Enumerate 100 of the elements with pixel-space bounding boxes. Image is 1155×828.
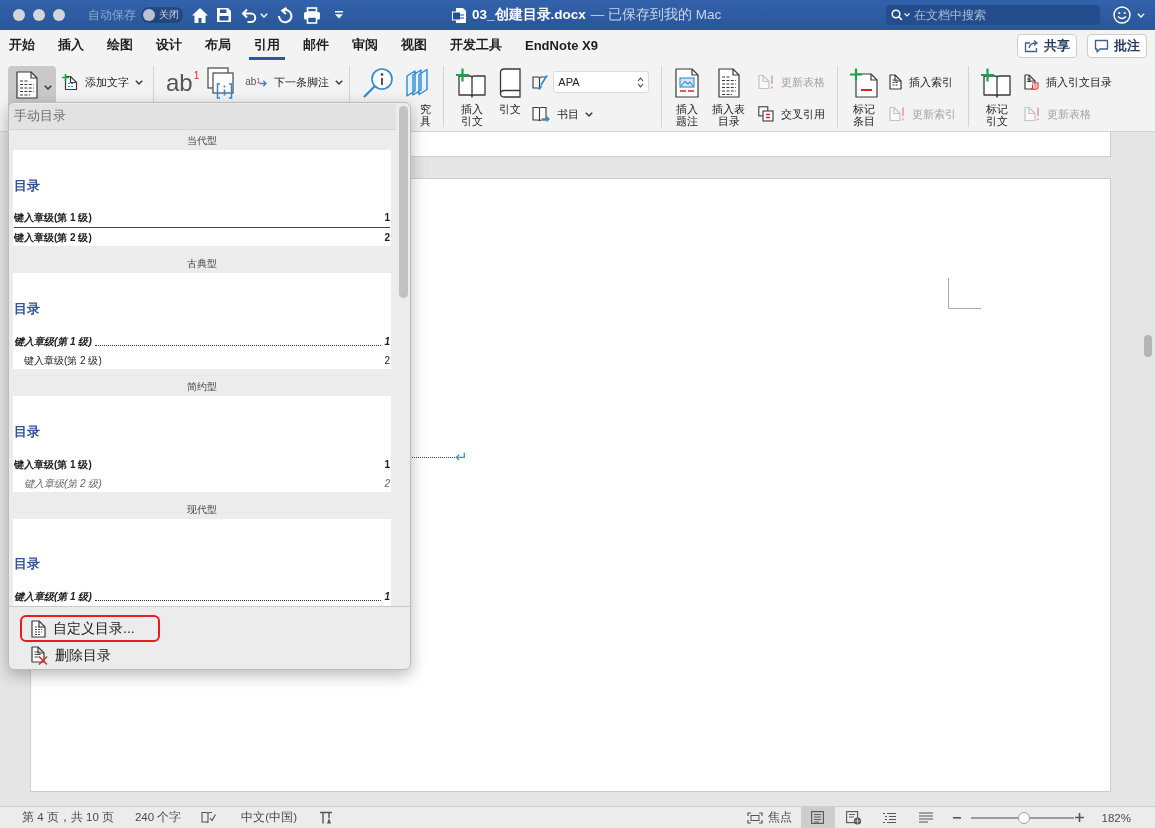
toc-entry-text: 键入章级(第 1 级) <box>14 335 92 349</box>
ribbon-tab[interactable]: 绘图 <box>102 33 138 60</box>
ribbon-button[interactable]: 添加文字 <box>62 70 143 94</box>
proofing-button[interactable] <box>201 811 217 824</box>
document-plus-minus-icon <box>849 67 878 98</box>
menu-item[interactable]: 自定义目录... <box>20 615 160 642</box>
document-lines-icon <box>888 74 902 90</box>
focus-button[interactable]: 焦点 <box>746 810 792 825</box>
proofing-book-icon <box>201 811 217 824</box>
ribbon-button[interactable]: 插入表目录 <box>710 66 747 127</box>
undo-button[interactable] <box>241 7 268 23</box>
redo-button[interactable] <box>277 6 293 24</box>
minus-icon <box>952 816 961 819</box>
open-book-plus-icon <box>456 67 489 98</box>
ribbon-button[interactable] <box>362 66 395 99</box>
search-field[interactable]: 在文档中搜索 <box>886 5 1100 25</box>
ribbon-button[interactable]: 书目 <box>532 102 650 126</box>
slider-thumb[interactable] <box>1018 811 1031 824</box>
arrow-icon <box>259 80 268 87</box>
book-icon <box>499 67 522 98</box>
document-lines-icon <box>717 67 740 98</box>
comment-icon <box>1094 39 1109 53</box>
document-plus-icon <box>62 74 78 90</box>
scrollbar-thumb[interactable] <box>1144 335 1152 357</box>
print-button[interactable] <box>303 6 321 24</box>
page-number: 1 <box>383 590 390 604</box>
citation-style-select[interactable]: APA <box>553 71 650 93</box>
ribbon-button[interactable]: 插入引文 <box>456 66 489 127</box>
toc-style-preview[interactable]: 目录 键入章级(第 1 级) 1 键入章级(第 2 级) 2 <box>13 150 391 246</box>
maximize-button[interactable] <box>53 9 65 21</box>
track-changes-icon <box>319 810 334 825</box>
ribbon-tab[interactable]: 邮件 <box>298 33 334 60</box>
toc-entry-text: 键入章级(第 2 级) <box>24 477 102 491</box>
ribbon-tab[interactable]: 开发工具 <box>445 33 507 60</box>
ribbon-button[interactable]: 插入题注 <box>674 66 700 127</box>
toc-entry-text: 键入章级(第 1 级) <box>14 211 92 225</box>
ribbon-button[interactable]: 引文 <box>499 66 522 115</box>
document-alert-icon <box>757 74 774 90</box>
plus-icon <box>1074 813 1084 822</box>
close-button[interactable] <box>13 9 25 21</box>
focus-icon <box>746 811 763 824</box>
search-icon <box>891 9 911 21</box>
page-number: 2 <box>383 231 390 245</box>
open-book-plus-icon <box>980 67 1013 98</box>
minimize-button[interactable] <box>33 9 45 21</box>
ribbon-button[interactable]: 插入引文目录 <box>1023 70 1112 94</box>
ribbon-tab[interactable]: 开始 <box>4 33 40 60</box>
autosave-label: 自动保存 <box>88 7 136 23</box>
ribbon-tab[interactable]: 布局 <box>200 33 236 60</box>
scrollbar-thumb[interactable] <box>399 106 408 298</box>
ribbon-tab[interactable]: 设计 <box>151 33 187 60</box>
customize-button[interactable] <box>334 11 344 19</box>
ribbon-tab[interactable]: EndNote X9 <box>520 33 603 60</box>
toc-style-preview[interactable]: 目录 键入章级(第 1 级) 1 键入章级(第 2 级) 2 <box>13 273 391 369</box>
paragraph-mark: ↵ <box>455 449 468 465</box>
save-icon <box>216 7 232 23</box>
magnifier-info-icon <box>362 66 395 99</box>
window-title: 03_创建目录.docx <box>472 6 586 24</box>
document-picture-icon <box>674 67 699 98</box>
word-count-text: 240 个字 <box>134 810 182 825</box>
ribbon-button[interactable]: ab$^{1}$ 下一条脚注 <box>245 70 344 94</box>
ribbon-button[interactable]: 标记引文 <box>980 66 1013 127</box>
zoom-level-text[interactable]: 182% <box>1101 811 1131 824</box>
web-layout-icon <box>845 810 862 825</box>
ribbon-button[interactable]: 插入索引 <box>888 70 956 94</box>
smiley-icon <box>1113 6 1131 24</box>
autosave-toggle[interactable]: 关闭 <box>141 7 183 23</box>
share-button[interactable]: 共享 <box>1017 34 1077 58</box>
page-number: 2 <box>383 477 390 491</box>
toc-style-label: 当代型 <box>186 134 218 148</box>
menu-item[interactable]: 删除目录 <box>20 642 160 669</box>
home-button[interactable] <box>191 6 209 24</box>
toc-style-preview[interactable]: 目录 键入章级(第 1 级) 1 <box>13 519 391 606</box>
zoom-out-button[interactable] <box>952 816 961 819</box>
language-text[interactable]: 中文(中国) <box>241 810 298 825</box>
toc-entry-text: 键入章级(第 2 级) <box>24 354 102 368</box>
outline-icon <box>882 811 898 824</box>
feedback-button[interactable] <box>1113 6 1145 24</box>
caret-icon <box>44 85 52 90</box>
print-layout-icon <box>811 811 825 824</box>
ribbon-tab[interactable]: 审阅 <box>347 33 383 60</box>
save-button[interactable] <box>216 7 232 23</box>
ribbon-button[interactable]: 标记条目 <box>849 66 878 127</box>
comments-button[interactable]: 批注 <box>1087 34 1147 58</box>
page-number: 2 <box>383 354 390 368</box>
share-icon <box>1024 39 1039 53</box>
ribbon-tab[interactable]: 视图 <box>396 33 432 60</box>
zoom-in-button[interactable] <box>1074 813 1084 822</box>
toc-style-preview[interactable]: 目录 键入章级(第 1 级) 1 键入章级(第 2 级) 2 <box>13 396 391 492</box>
track-changes-button[interactable] <box>319 810 334 825</box>
toc-preview-title: 目录 <box>14 556 41 573</box>
view-button[interactable] <box>800 807 835 828</box>
page-number: 1 <box>383 458 390 472</box>
ribbon-tab[interactable]: 插入 <box>53 33 89 60</box>
margin-corner-mark <box>948 278 981 309</box>
toc-preview-title: 目录 <box>14 301 41 318</box>
caret-icon <box>135 79 143 85</box>
ribbon-button[interactable]: 交叉引用 <box>757 102 825 126</box>
cross-reference-icon <box>757 106 774 122</box>
caret-icon <box>335 79 344 85</box>
